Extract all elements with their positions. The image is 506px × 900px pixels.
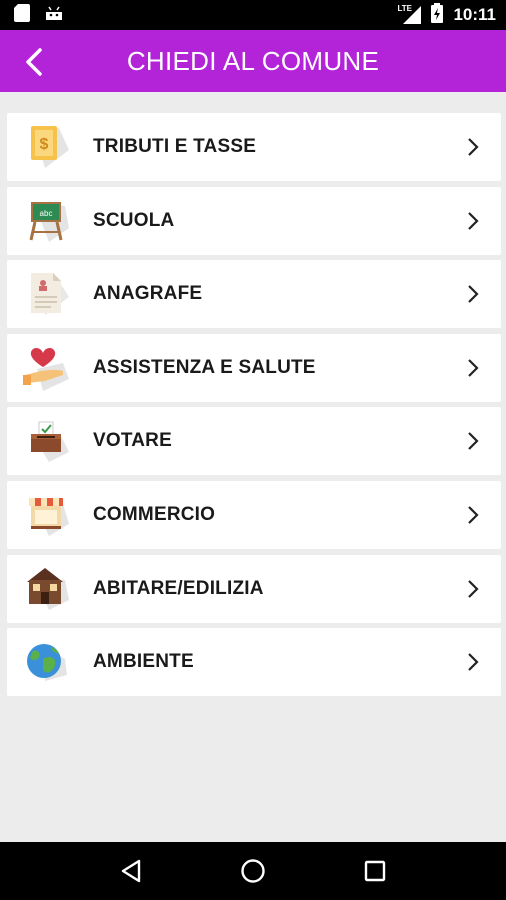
nav-back-button[interactable] [111, 851, 151, 891]
sd-card-icon [14, 3, 30, 27]
svg-text:abc: abc [40, 209, 53, 218]
menu-item-scuola[interactable]: abc SCUOLA [7, 186, 501, 255]
ballot-box-icon [23, 417, 71, 465]
circle-home-icon [241, 859, 265, 883]
chevron-right-icon [468, 211, 479, 230]
registry-document-icon [23, 270, 71, 318]
network-type-label: LTE [397, 4, 412, 13]
menu-item-label: SCUOLA [93, 209, 175, 231]
chevron-right-icon [468, 653, 479, 671]
tax-document-icon: $ [23, 123, 71, 171]
menu-item-abitare-edilizia[interactable]: ABITARE/EDILIZIA [7, 554, 501, 623]
menu-item-label: TRIBUTI E TASSE [93, 136, 257, 157]
app-bar: CHIEDI AL COMUNE [0, 30, 506, 92]
menu-item-label: COMMERCIO [93, 503, 216, 525]
menu-item-tributi-e-tasse[interactable]: $ TRIBUTI E TASSE [7, 113, 501, 181]
menu-item-votare[interactable]: VOTARE [7, 407, 501, 476]
menu-list: $ TRIBUTI E TASSE abc SCUOLA ANAGRAFE AS… [7, 113, 501, 702]
chevron-right-icon [468, 285, 479, 303]
school-blackboard-icon: abc [23, 197, 71, 245]
chevron-right-icon [468, 579, 479, 598]
system-nav-bar [0, 842, 506, 900]
heart-hand-icon [23, 344, 71, 392]
menu-item-label: ANAGRAFE [93, 283, 203, 305]
menu-item-label: ASSISTENZA E SALUTE [93, 356, 316, 378]
chevron-right-icon [468, 506, 479, 524]
menu-item-label: ABITARE/EDILIZIA [93, 577, 264, 599]
menu-item-anagrafe[interactable]: ANAGRAFE [7, 260, 501, 329]
chevron-right-icon [468, 359, 479, 377]
menu-item-assistenza-e-salute[interactable]: ASSISTENZA E SALUTE [7, 333, 501, 402]
triangle-back-icon [121, 859, 141, 883]
house-icon [23, 565, 71, 613]
arrow-left-icon [26, 48, 42, 76]
status-bar: LTE 10:11 [0, 0, 506, 30]
signal-lte-icon: LTE [397, 4, 422, 24]
globe-icon [23, 638, 71, 686]
chevron-right-icon [468, 432, 479, 451]
clock: 10:11 [453, 5, 496, 24]
nav-recents-button[interactable] [355, 851, 395, 891]
back-button[interactable] [14, 42, 54, 82]
svg-text:$: $ [40, 136, 49, 153]
nav-home-button[interactable] [233, 851, 273, 891]
menu-item-label: VOTARE [93, 430, 172, 452]
square-recents-icon [364, 860, 386, 882]
chevron-right-icon [468, 138, 479, 156]
shop-icon [23, 491, 71, 539]
page-title: CHIEDI AL COMUNE [126, 45, 380, 76]
menu-item-label: AMBIENTE [93, 651, 194, 673]
battery-charging-icon [431, 2, 444, 28]
menu-item-commercio[interactable]: COMMERCIO [7, 480, 501, 549]
android-icon [44, 4, 64, 27]
menu-item-ambiente[interactable]: AMBIENTE [7, 628, 501, 697]
